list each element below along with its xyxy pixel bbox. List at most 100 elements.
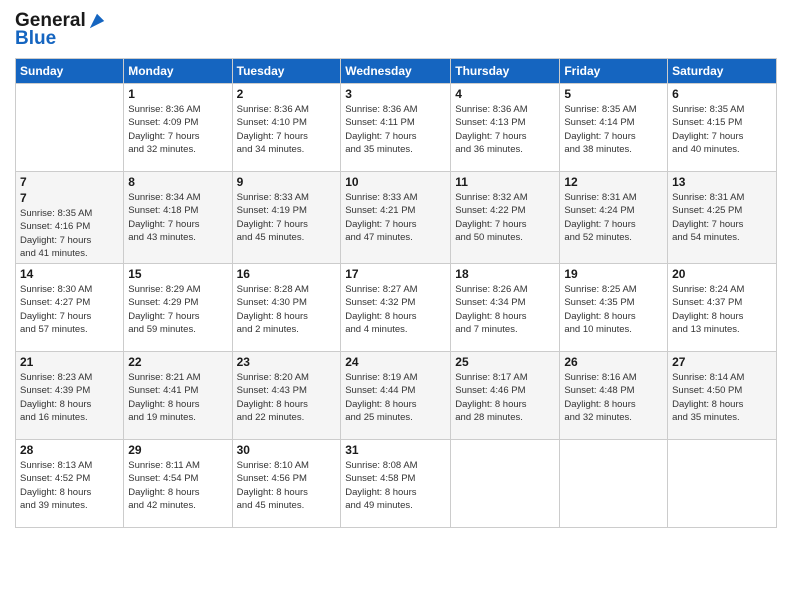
day-info: Sunrise: 8:10 AMSunset: 4:56 PMDaylight:…	[237, 459, 337, 512]
calendar-cell: 31 Sunrise: 8:08 AMSunset: 4:58 PMDayligh…	[341, 440, 451, 528]
day-info: Sunrise: 8:33 AMSunset: 4:21 PMDaylight:…	[345, 191, 446, 244]
calendar-cell	[16, 84, 124, 172]
day-info: Sunrise: 8:25 AMSunset: 4:35 PMDaylight:…	[564, 283, 663, 336]
day-number: 1	[128, 87, 227, 101]
calendar-cell: 11Sunrise: 8:32 AMSunset: 4:22 PMDayligh…	[451, 172, 560, 264]
day-number: 11	[455, 175, 555, 189]
day-number: 24	[345, 355, 446, 369]
day-info: Sunrise: 8:27 AMSunset: 4:32 PMDaylight:…	[345, 283, 446, 336]
calendar-cell: 19 Sunrise: 8:25 AMSunset: 4:35 PMDayligh…	[560, 264, 668, 352]
calendar-cell	[668, 440, 777, 528]
day-info: Sunrise: 8:35 AMSunset: 4:16 PMDaylight:…	[20, 207, 119, 260]
day-info: Sunrise: 8:11 AMSunset: 4:54 PMDaylight:…	[128, 459, 227, 512]
day-number: 22	[128, 355, 227, 369]
day-number: 5	[564, 87, 663, 101]
calendar-cell: 10Sunrise: 8:33 AMSunset: 4:21 PMDayligh…	[341, 172, 451, 264]
calendar-cell: 1Sunrise: 8:36 AMSunset: 4:09 PMDaylight…	[124, 84, 232, 172]
day-info: Sunrise: 8:24 AMSunset: 4:37 PMDaylight:…	[672, 283, 772, 336]
day-number: 4	[455, 87, 555, 101]
col-header-saturday: Saturday	[668, 59, 777, 84]
calendar-cell: 4 Sunrise: 8:36 AMSunset: 4:13 PMDaylight…	[451, 84, 560, 172]
calendar-cell: 30 Sunrise: 8:10 AMSunset: 4:56 PMDayligh…	[232, 440, 341, 528]
calendar-cell: 24Sunrise: 8:19 AMSunset: 4:44 PMDayligh…	[341, 352, 451, 440]
col-header-monday: Monday	[124, 59, 232, 84]
day-number: 16	[237, 267, 337, 281]
day-number: 17	[345, 267, 446, 281]
page: General Blue SundayMondayTuesdayWednesda…	[0, 0, 792, 612]
day-number: 27	[672, 355, 772, 369]
day-info: Sunrise: 8:33 AMSunset: 4:19 PMDaylight:…	[237, 191, 337, 244]
logo-icon	[88, 12, 106, 30]
day-info: Sunrise: 8:36 AMSunset: 4:11 PMDaylight:…	[345, 103, 446, 156]
calendar-week-2: 7 7 Sunrise: 8:35 AMSunset: 4:16 PMDayligh…	[16, 172, 777, 264]
day-number: 15	[128, 267, 227, 281]
header: General Blue	[15, 10, 777, 50]
day-number: 31	[345, 443, 446, 457]
calendar-cell: 27 Sunrise: 8:14 AMSunset: 4:50 PMDayligh…	[668, 352, 777, 440]
col-header-sunday: Sunday	[16, 59, 124, 84]
calendar-cell: 29 Sunrise: 8:11 AMSunset: 4:54 PMDayligh…	[124, 440, 232, 528]
day-number: 14	[20, 267, 119, 281]
calendar-cell	[560, 440, 668, 528]
day-number: 25	[455, 355, 555, 369]
day-info: Sunrise: 8:23 AMSunset: 4:39 PMDaylight:…	[20, 371, 119, 424]
calendar-cell: 26Sunrise: 8:16 AMSunset: 4:48 PMDayligh…	[560, 352, 668, 440]
calendar-cell: 2 Sunrise: 8:36 AMSunset: 4:10 PMDaylight…	[232, 84, 341, 172]
day-number: 19	[564, 267, 663, 281]
day-info: Sunrise: 8:28 AMSunset: 4:30 PMDaylight:…	[237, 283, 337, 336]
calendar-cell: 14 Sunrise: 8:30 AMSunset: 4:27 PMDayligh…	[16, 264, 124, 352]
calendar-cell: 20 Sunrise: 8:24 AMSunset: 4:37 PMDayligh…	[668, 264, 777, 352]
calendar-cell: 21 Sunrise: 8:23 AMSunset: 4:39 PMDayligh…	[16, 352, 124, 440]
day-number: 20	[672, 267, 772, 281]
day-number: 13	[672, 175, 772, 189]
day-info: Sunrise: 8:21 AMSunset: 4:41 PMDaylight:…	[128, 371, 227, 424]
calendar-cell: 3 Sunrise: 8:36 AMSunset: 4:11 PMDaylight…	[341, 84, 451, 172]
day-info: Sunrise: 8:14 AMSunset: 4:50 PMDaylight:…	[672, 371, 772, 424]
day-info: Sunrise: 8:13 AMSunset: 4:52 PMDaylight:…	[20, 459, 119, 512]
day-info: Sunrise: 8:08 AMSunset: 4:58 PMDaylight:…	[345, 459, 446, 512]
calendar-week-3: 14 Sunrise: 8:30 AMSunset: 4:27 PMDayligh…	[16, 264, 777, 352]
col-header-wednesday: Wednesday	[341, 59, 451, 84]
day-info: Sunrise: 8:31 AMSunset: 4:25 PMDaylight:…	[672, 191, 772, 244]
calendar-header-row: SundayMondayTuesdayWednesdayThursdayFrid…	[16, 59, 777, 84]
calendar-cell: 7 7 Sunrise: 8:35 AMSunset: 4:16 PMDayligh…	[16, 172, 124, 264]
day-number: 3	[345, 87, 446, 101]
day-info: Sunrise: 8:36 AMSunset: 4:13 PMDaylight:…	[455, 103, 555, 156]
calendar-cell: 17 Sunrise: 8:27 AMSunset: 4:32 PMDayligh…	[341, 264, 451, 352]
day-number: 21	[20, 355, 119, 369]
calendar-cell: 28 Sunrise: 8:13 AMSunset: 4:52 PMDayligh…	[16, 440, 124, 528]
day-number: 30	[237, 443, 337, 457]
day-number: 6	[672, 87, 772, 101]
calendar-cell: 16 Sunrise: 8:28 AMSunset: 4:30 PMDayligh…	[232, 264, 341, 352]
day-info: Sunrise: 8:29 AMSunset: 4:29 PMDaylight:…	[128, 283, 227, 336]
day-info: Sunrise: 8:31 AMSunset: 4:24 PMDaylight:…	[564, 191, 663, 244]
day-number: 7	[20, 175, 119, 189]
day-info: Sunrise: 8:16 AMSunset: 4:48 PMDaylight:…	[564, 371, 663, 424]
day-number: 29	[128, 443, 227, 457]
calendar-table: SundayMondayTuesdayWednesdayThursdayFrid…	[15, 58, 777, 528]
calendar-cell: 18Sunrise: 8:26 AMSunset: 4:34 PMDayligh…	[451, 264, 560, 352]
calendar-week-1: 1Sunrise: 8:36 AMSunset: 4:09 PMDaylight…	[16, 84, 777, 172]
calendar-week-5: 28 Sunrise: 8:13 AMSunset: 4:52 PMDayligh…	[16, 440, 777, 528]
col-header-tuesday: Tuesday	[232, 59, 341, 84]
day-info: Sunrise: 8:30 AMSunset: 4:27 PMDaylight:…	[20, 283, 119, 336]
day-number: 28	[20, 443, 119, 457]
day-number: 18	[455, 267, 555, 281]
day-number: 8	[128, 175, 227, 189]
day-number: 12	[564, 175, 663, 189]
calendar-week-4: 21 Sunrise: 8:23 AMSunset: 4:39 PMDayligh…	[16, 352, 777, 440]
logo: General Blue	[15, 10, 106, 50]
calendar-cell	[451, 440, 560, 528]
day-info: Sunrise: 8:35 AMSunset: 4:14 PMDaylight:…	[564, 103, 663, 156]
calendar-cell: 22 Sunrise: 8:21 AMSunset: 4:41 PMDayligh…	[124, 352, 232, 440]
day-number: 9	[237, 175, 337, 189]
calendar-cell: 5 Sunrise: 8:35 AMSunset: 4:14 PMDaylight…	[560, 84, 668, 172]
day-number: 2	[237, 87, 337, 101]
col-header-thursday: Thursday	[451, 59, 560, 84]
calendar-cell: 23Sunrise: 8:20 AMSunset: 4:43 PMDayligh…	[232, 352, 341, 440]
calendar-cell: 12 Sunrise: 8:31 AMSunset: 4:24 PMDayligh…	[560, 172, 668, 264]
calendar-cell: 8Sunrise: 8:34 AMSunset: 4:18 PMDaylight…	[124, 172, 232, 264]
day-number: 7	[20, 191, 119, 205]
calendar-cell: 25Sunrise: 8:17 AMSunset: 4:46 PMDayligh…	[451, 352, 560, 440]
day-info: Sunrise: 8:36 AMSunset: 4:10 PMDaylight:…	[237, 103, 337, 156]
